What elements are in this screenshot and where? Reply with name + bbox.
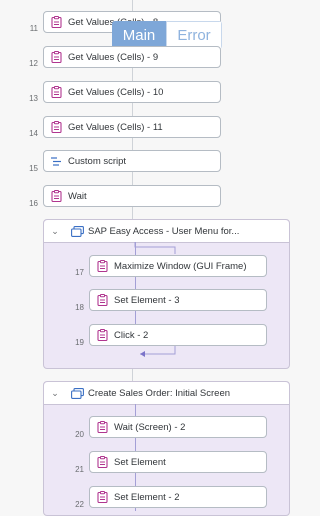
- view-tabs: Main Error: [112, 21, 222, 49]
- step-number: 18: [75, 303, 84, 312]
- clipboard-icon: [90, 456, 114, 468]
- step-label: Set Element - 3: [114, 294, 180, 306]
- step-number: 22: [75, 500, 84, 509]
- clipboard-icon: [44, 190, 68, 202]
- clipboard-icon: [90, 329, 114, 341]
- group-header[interactable]: ⌄ Create Sales Order: Initial Screen: [44, 382, 289, 405]
- step-number: 17: [75, 268, 84, 277]
- step-label: Custom script: [68, 155, 127, 167]
- step-label: Set Element: [114, 456, 166, 468]
- clipboard-icon: [44, 51, 68, 63]
- step-number: 13: [29, 94, 38, 103]
- clipboard-icon: [90, 491, 114, 503]
- step-label: Get Values (Cells) - 10: [68, 86, 164, 98]
- step-label: Click - 2: [114, 329, 149, 341]
- chevron-down-icon[interactable]: ⌄: [44, 388, 66, 399]
- group-title: Create Sales Order: Initial Screen: [88, 387, 231, 399]
- step-label: Set Element - 2: [114, 491, 180, 503]
- step-number: 20: [75, 430, 84, 439]
- tab-main[interactable]: Main: [112, 21, 166, 49]
- group-header[interactable]: ⌄ SAP Easy Access - User Menu for...: [44, 220, 289, 243]
- chevron-down-icon[interactable]: ⌄: [44, 226, 66, 237]
- step-number: 12: [29, 59, 38, 68]
- clipboard-icon: [90, 294, 114, 306]
- step-number: 16: [29, 199, 38, 208]
- group-entry-line: [134, 242, 176, 254]
- clipboard-icon: [44, 86, 68, 98]
- screen-icon: [66, 225, 88, 237]
- clipboard-icon: [90, 421, 114, 433]
- step-label: Get Values (Cells) - 9: [68, 51, 159, 63]
- screen-icon: [66, 387, 88, 399]
- step-number: 14: [29, 129, 38, 138]
- step-label: Wait: [68, 190, 87, 202]
- step-label: Get Values (Cells) - 11: [68, 121, 163, 133]
- step-label: Wait (Screen) - 2: [114, 421, 186, 433]
- step-number: 21: [75, 465, 84, 474]
- tab-error[interactable]: Error: [166, 21, 222, 49]
- step-number: 11: [29, 24, 38, 33]
- step-number: 15: [29, 164, 38, 173]
- clipboard-icon: [90, 260, 114, 272]
- clipboard-icon: [44, 121, 68, 133]
- clipboard-icon: [44, 16, 68, 28]
- step-label: Maximize Window (GUI Frame): [114, 260, 247, 272]
- group-title: SAP Easy Access - User Menu for...: [88, 225, 240, 237]
- step-number: 19: [75, 338, 84, 347]
- script-icon: [44, 156, 68, 167]
